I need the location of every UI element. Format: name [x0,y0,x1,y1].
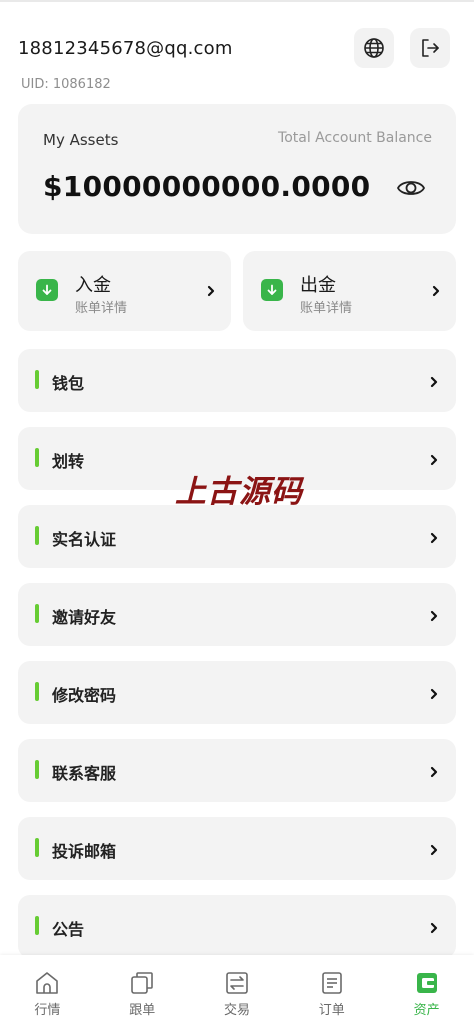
arrow-down-icon [36,279,58,301]
menu-item-label: 钱包 [52,374,85,393]
menu-accent-bar [35,370,39,389]
menu-item-label: 修改密码 [52,686,117,705]
menu-accent-bar [35,682,39,701]
chevron-right-icon [430,610,438,622]
arrow-down-icon [261,279,283,301]
assets-card: My Assets Total Account Balance $1000000… [18,104,456,234]
bottom-tab-bar: 行情 跟单 交易 订单 资产 [0,955,474,1024]
menu-item-label: 实名认证 [52,530,117,549]
tab-label: 交易 [223,1003,250,1018]
menu-accent-bar [35,604,39,623]
withdraw-subtitle: 账单详情 [300,301,353,316]
home-icon [36,972,59,994]
menu-item-announcement[interactable]: 公告 [18,895,456,958]
menu-accent-bar [35,916,39,935]
assets-title: My Assets [43,131,119,149]
chevron-right-icon [432,285,440,297]
chevron-right-icon [430,532,438,544]
menu-accent-bar [35,448,39,467]
menu-item-label: 投诉邮箱 [52,842,117,861]
menu-item-verification[interactable]: 实名认证 [18,505,456,568]
globe-icon [364,38,384,58]
tab-assets[interactable]: 资产 [379,955,474,1024]
chevron-right-icon [430,922,438,934]
chevron-right-icon [430,376,438,388]
withdraw-card[interactable]: 出金 账单详情 [243,251,456,331]
withdraw-title: 出金 [300,275,336,296]
tab-market[interactable]: 行情 [0,955,95,1024]
tab-label: 行情 [34,1003,61,1018]
copy-icon [131,972,153,994]
menu-accent-bar [35,838,39,857]
tab-copy-trade[interactable]: 跟单 [95,955,190,1024]
chevron-right-icon [430,844,438,856]
deposit-card[interactable]: 入金 账单详情 [18,251,231,331]
chevron-right-icon [430,688,438,700]
menu-item-wallet[interactable]: 钱包 [18,349,456,412]
menu-item-label: 联系客服 [52,764,117,783]
logout-icon [422,39,439,57]
menu-accent-bar [35,526,39,545]
balance-amount: $10000000000.0000 [43,170,371,203]
menu-accent-bar [35,760,39,779]
menu-item-invite[interactable]: 邀请好友 [18,583,456,646]
eye-icon[interactable] [396,176,426,200]
top-divider [0,0,474,2]
assets-subtitle: Total Account Balance [278,130,432,146]
menu-item-label: 划转 [52,452,85,471]
menu-item-change-password[interactable]: 修改密码 [18,661,456,724]
wallet-icon [416,973,437,993]
user-id: UID: 1086182 [21,77,111,92]
menu-item-support[interactable]: 联系客服 [18,739,456,802]
tab-label: 跟单 [129,1003,156,1018]
watermark-text: 上古源码 [175,474,303,510]
tab-orders[interactable]: 订单 [284,955,379,1024]
account-header: 18812345678@qq.com [18,28,456,72]
tab-label: 订单 [318,1003,345,1018]
menu-item-complaint-email[interactable]: 投诉邮箱 [18,817,456,880]
exchange-icon [226,972,248,994]
account-email: 18812345678@qq.com [18,38,233,59]
menu-item-label: 公告 [52,920,85,939]
chevron-right-icon [430,454,438,466]
logout-button[interactable] [410,28,450,68]
deposit-title: 入金 [75,275,111,296]
tab-label: 资产 [413,1003,440,1018]
tab-trade[interactable]: 交易 [190,955,285,1024]
chevron-right-icon [430,766,438,778]
language-button[interactable] [354,28,394,68]
chevron-right-icon [207,285,215,297]
deposit-subtitle: 账单详情 [75,301,128,316]
orders-icon [321,972,342,994]
menu-item-label: 邀请好友 [52,608,117,627]
